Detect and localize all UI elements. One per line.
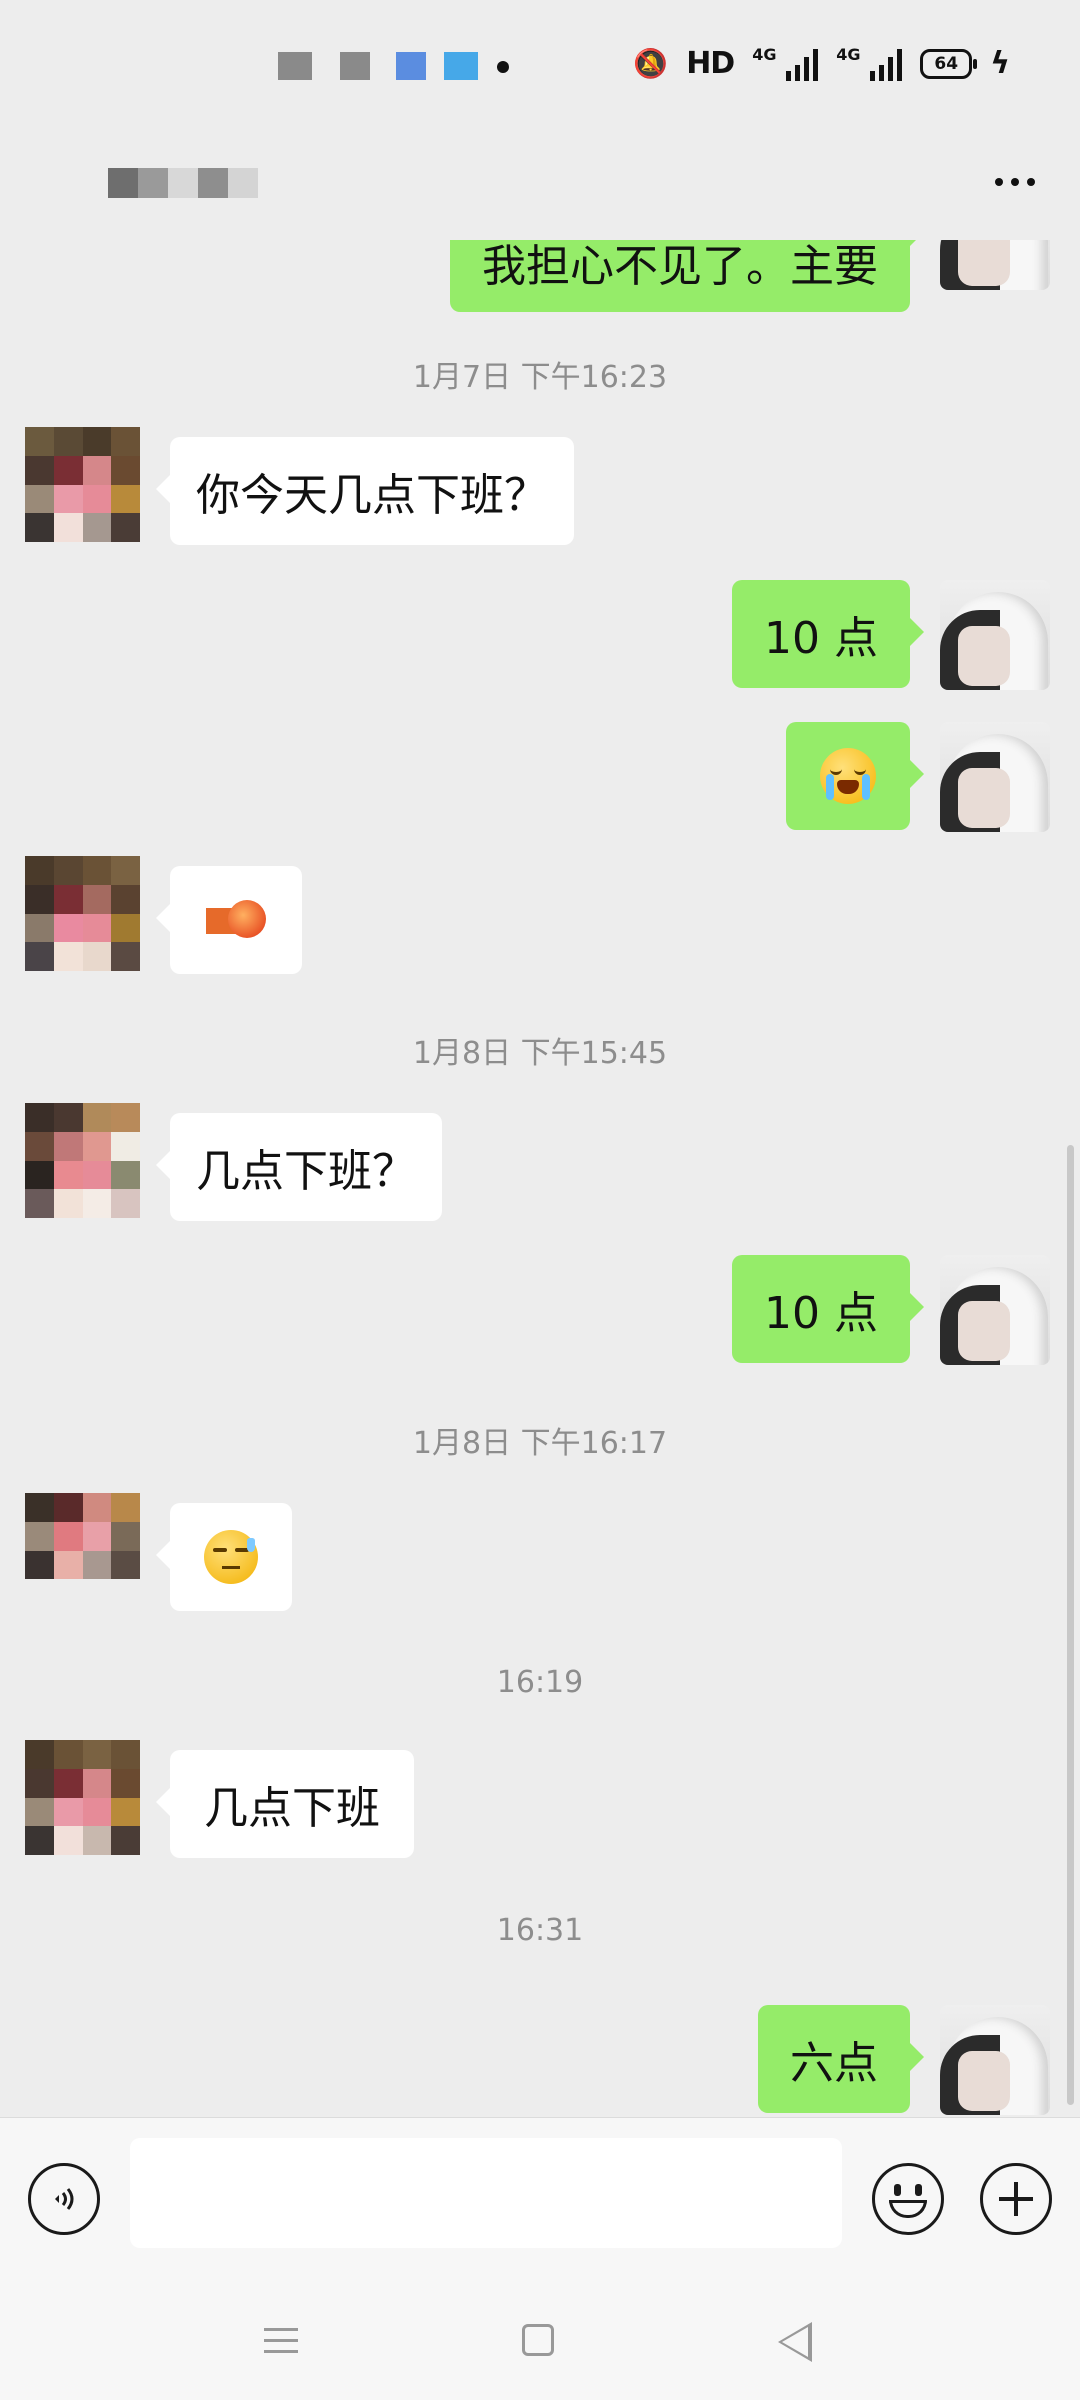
more-dots-icon[interactable] [980,152,1050,212]
chat-header [0,130,1080,240]
charging-bolt-icon: ϟ [990,46,1010,81]
crying-face-emoji [820,748,876,804]
contact-avatar[interactable] [25,427,140,542]
message-input[interactable] [130,2138,842,2248]
my-avatar[interactable] [940,580,1050,690]
message-bubble-sent[interactable]: 六点 [758,2005,924,2113]
message-bubble-received[interactable] [156,866,302,974]
system-nav-bar [0,2280,1080,2400]
message-bubble-sent[interactable]: 10 点 [732,1255,924,1363]
my-avatar[interactable] [940,2005,1050,2115]
timestamp: 16:31 [496,1913,584,1948]
notification-dot [497,61,509,73]
contact-avatar[interactable] [25,1103,140,1218]
my-avatar[interactable] [940,1255,1050,1365]
message-bubble-received[interactable]: 几点下班？ [156,1113,442,1221]
input-bar [0,2117,1080,2281]
timestamp: 16:19 [496,1665,584,1700]
signal-icon-2: 4G [836,45,903,81]
recent-apps-icon[interactable] [264,2328,298,2354]
contact-avatar[interactable] [25,1493,140,1608]
plus-icon[interactable] [980,2163,1052,2235]
message-bubble-sent[interactable] [786,722,924,830]
eye-roll-sweat-emoji [204,1530,258,1584]
timestamp: 1月8日 下午15:45 [412,1036,668,1071]
battery-icon: 64 [920,48,978,79]
contact-avatar[interactable] [25,856,140,971]
back-icon[interactable] [778,2322,812,2362]
mute-bell-icon: 🔕 [633,47,669,80]
message-bubble-sent[interactable]: 10 点 [732,580,924,688]
emoji-icon[interactable] [872,2163,944,2235]
hd-indicator: HD [686,46,735,81]
sticker-image [206,900,266,940]
message-bubble-received[interactable] [156,1503,292,1611]
scrollbar[interactable] [1067,1145,1074,2105]
message-bubble-received[interactable]: 你今天几点下班？ [156,437,574,545]
home-icon[interactable] [522,2324,554,2356]
signal-icon-1: 4G [752,45,819,81]
message-bubble-sent[interactable]: 我担心不见了。主要 [450,240,924,312]
voice-input-icon[interactable] [28,2163,100,2235]
sound-waves-icon [55,2188,74,2210]
message-bubble-received[interactable]: 几点下班 [156,1750,414,1858]
status-bar: 🔕 HD 4G 4G 64 ϟ [0,0,1080,130]
contact-avatar[interactable] [25,1740,140,1855]
timestamp: 1月8日 下午16:17 [412,1426,668,1461]
timestamp: 1月7日 下午16:23 [412,360,668,395]
my-avatar[interactable] [940,722,1050,832]
my-avatar[interactable] [940,240,1050,290]
notification-icons [278,52,514,80]
contact-name-pixelated [108,168,258,198]
message-list[interactable]: 我担心不见了。主要 1月7日 下午16:23 你今天几点下班？ 10 点 1月8… [0,240,1080,2115]
